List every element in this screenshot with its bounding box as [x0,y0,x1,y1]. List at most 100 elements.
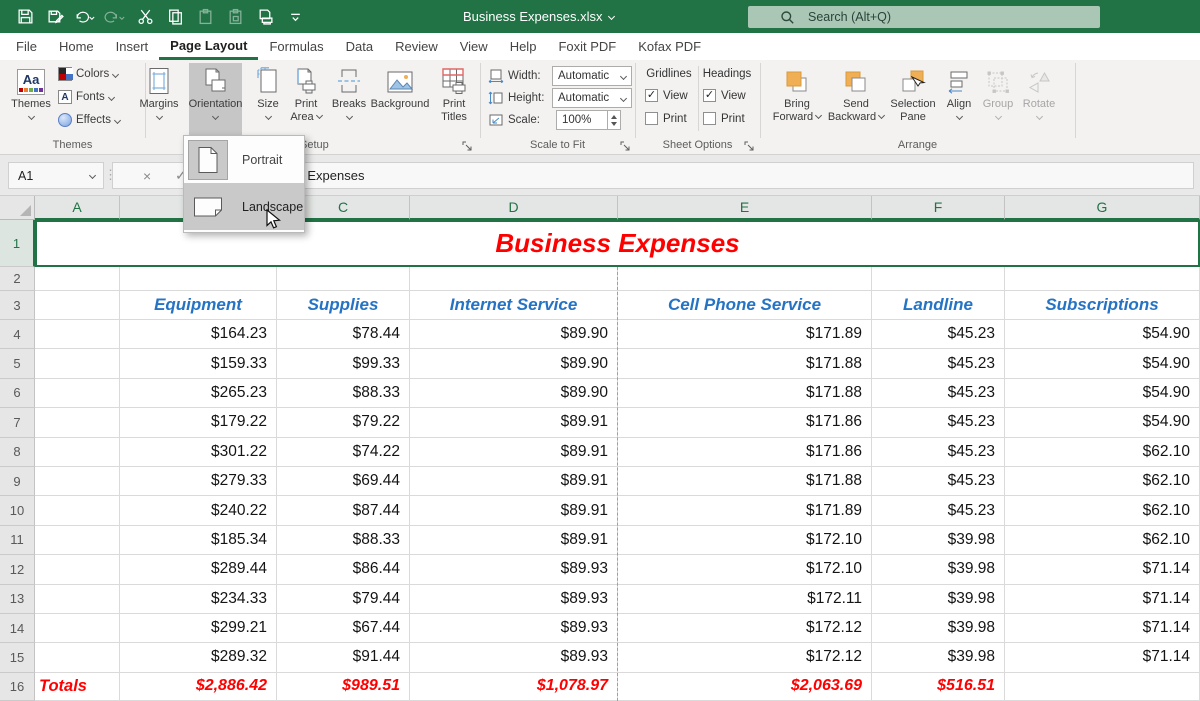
breaks-button[interactable]: Breaks [330,63,368,136]
height-dropdown[interactable]: Automatic [552,88,632,108]
cell-value[interactable]: $71.14 [1005,614,1200,643]
cell[interactable] [35,526,120,555]
cell-value[interactable]: $67.44 [277,614,410,643]
cell[interactable] [277,267,410,291]
group-button[interactable]: Group [979,63,1017,136]
cell-value[interactable]: $71.14 [1005,555,1200,584]
cell-value[interactable]: $89.90 [410,379,618,408]
cell-value[interactable]: $45.23 [872,349,1005,378]
cell-value[interactable]: $79.44 [277,585,410,614]
cell-value[interactable]: $62.10 [1005,438,1200,467]
cell-value[interactable]: $289.32 [120,643,277,672]
tab-kofax-pdf[interactable]: Kofax PDF [627,33,712,60]
tab-home[interactable]: Home [48,33,105,60]
cell-value[interactable]: $86.44 [277,555,410,584]
formula-bar-grip[interactable]: ⋮ [104,167,117,183]
row-header-5[interactable]: 5 [0,349,35,378]
cell-value[interactable]: $79.22 [277,408,410,437]
cell-value[interactable]: $89.93 [410,643,618,672]
bring-forward-button[interactable]: Bring Forward [769,63,825,136]
cell[interactable] [35,643,120,672]
cell-value[interactable]: $45.23 [872,467,1005,496]
align-button[interactable]: Align [941,63,977,136]
row-header-16[interactable]: 16 [0,673,35,701]
cell-value[interactable]: $89.91 [410,526,618,555]
cell-value[interactable]: $62.10 [1005,526,1200,555]
cell[interactable] [35,467,120,496]
cell-value[interactable]: $171.89 [618,320,872,349]
send-backward-button[interactable]: Send Backward [827,63,885,136]
themes-button[interactable]: Aa Themes [8,63,54,136]
cell[interactable] [35,585,120,614]
cell-total-value[interactable]: $2,886.42 [120,673,277,701]
cell-total-value[interactable]: $989.51 [277,673,410,701]
scale-spinner[interactable] [608,110,621,130]
cell-totals-label[interactable]: Totals [35,673,120,701]
row-header-12[interactable]: 12 [0,555,35,584]
row-header-11[interactable]: 11 [0,526,35,555]
cell-value[interactable]: $39.98 [872,643,1005,672]
cell-category[interactable]: Landline [872,291,1005,320]
cell-value[interactable]: $45.23 [872,320,1005,349]
cell-value[interactable]: $89.93 [410,614,618,643]
cell-value[interactable]: $89.91 [410,408,618,437]
row-header-14[interactable]: 14 [0,614,35,643]
cell[interactable] [120,267,277,291]
cell-value[interactable]: $91.44 [277,643,410,672]
cell-value[interactable]: $88.33 [277,526,410,555]
headings-view-checkbox[interactable]: ✓View [703,89,746,102]
cell-value[interactable]: $45.23 [872,496,1005,525]
cell-value[interactable]: $301.22 [120,438,277,467]
row-header-8[interactable]: 8 [0,438,35,467]
column-header-D[interactable]: D [410,196,618,220]
cell-value[interactable]: $71.14 [1005,643,1200,672]
cell-value[interactable]: $71.14 [1005,585,1200,614]
cell-value[interactable]: $89.91 [410,438,618,467]
width-dropdown[interactable]: Automatic [552,66,632,86]
tab-review[interactable]: Review [384,33,449,60]
cell-value[interactable]: $279.33 [120,467,277,496]
cell-value[interactable]: $172.10 [618,526,872,555]
page-setup-dialog-launcher[interactable] [462,139,474,151]
cell-value[interactable]: $172.12 [618,614,872,643]
cell[interactable] [35,408,120,437]
scale-value[interactable]: 100% [556,110,608,130]
cell-value[interactable]: $69.44 [277,467,410,496]
menu-item-landscape[interactable]: Landscape [184,183,304,230]
tab-data[interactable]: Data [335,33,384,60]
tab-page-layout[interactable]: Page Layout [159,33,258,60]
theme-effects-button[interactable]: Effects [58,110,120,130]
cell-value[interactable]: $54.90 [1005,379,1200,408]
cell-value[interactable]: $54.90 [1005,408,1200,437]
cell-value[interactable]: $171.88 [618,379,872,408]
cell-value[interactable]: $171.86 [618,408,872,437]
selection-pane-button[interactable]: Selection Pane [887,63,939,136]
column-header-F[interactable]: F [872,196,1005,220]
sheet-options-dialog-launcher[interactable] [744,139,756,151]
cell[interactable] [35,379,120,408]
cell-value[interactable]: $164.23 [120,320,277,349]
headings-print-checkbox[interactable]: Print [703,112,745,125]
cell-value[interactable]: $159.33 [120,349,277,378]
search-box[interactable]: Search (Alt+Q) [748,6,1100,28]
menu-item-portrait[interactable]: Portrait [184,136,304,183]
cell-value[interactable]: $62.10 [1005,467,1200,496]
cell[interactable] [1005,673,1200,701]
print-titles-button[interactable]: Print Titles [432,63,476,136]
row-header-9[interactable]: 9 [0,467,35,496]
row-header-3[interactable]: 3 [0,291,35,320]
cell[interactable] [35,555,120,584]
column-header-G[interactable]: G [1005,196,1200,220]
select-all-corner[interactable] [0,196,35,220]
cell-value[interactable]: $88.33 [277,379,410,408]
print-area-button[interactable]: Print Area [284,63,328,136]
cell-value[interactable]: $179.22 [120,408,277,437]
cell-value[interactable]: $171.88 [618,467,872,496]
row-header-6[interactable]: 6 [0,379,35,408]
cell-value[interactable]: $89.93 [410,555,618,584]
cell-value[interactable]: $39.98 [872,526,1005,555]
theme-fonts-button[interactable]: A Fonts [58,87,114,107]
cell[interactable] [35,291,120,320]
cell[interactable] [35,614,120,643]
gridlines-view-checkbox[interactable]: ✓View [645,89,688,102]
